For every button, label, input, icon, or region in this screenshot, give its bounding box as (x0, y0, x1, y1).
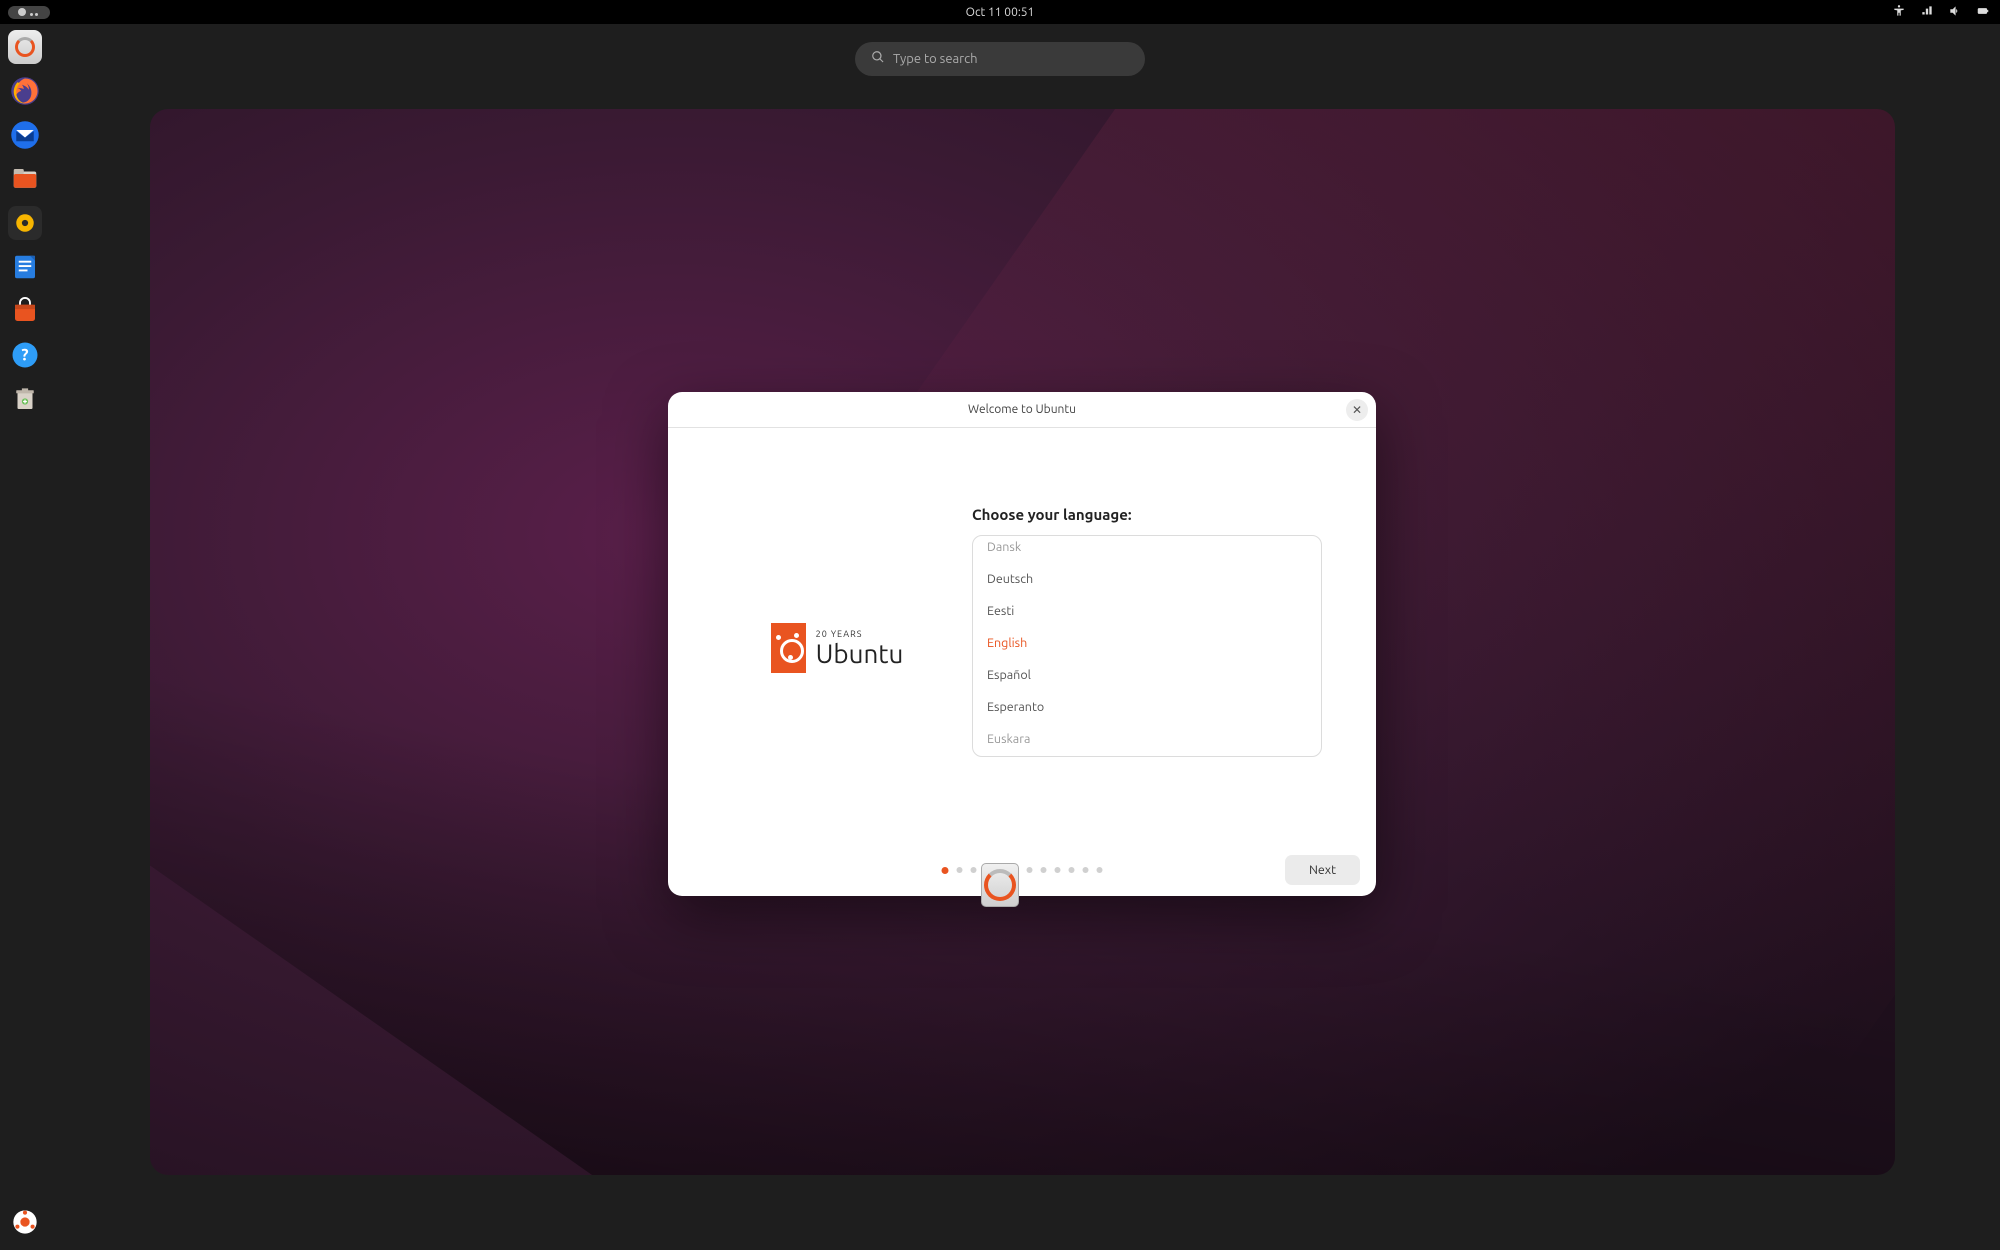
network-icon[interactable] (1920, 4, 1934, 21)
power-icon[interactable] (1976, 4, 1990, 21)
installer-task-icon[interactable] (981, 863, 1019, 907)
software-store-icon[interactable] (8, 294, 42, 328)
svg-text:?: ? (21, 347, 28, 365)
help-icon[interactable]: ? (8, 338, 42, 372)
firefox-icon[interactable] (8, 74, 42, 108)
step-dot (1027, 867, 1033, 873)
step-dot (971, 867, 977, 873)
choose-language-heading: Choose your language: (972, 506, 1322, 523)
dock: ? (2, 24, 48, 1250)
installer-title: Welcome to Ubuntu (968, 403, 1076, 416)
language-option[interactable]: Español (973, 659, 1321, 691)
step-dot (1083, 867, 1089, 873)
step-dot (942, 867, 949, 874)
step-dot (1055, 867, 1061, 873)
installer-window: Welcome to Ubuntu ✕ 20 YEARS Ubuntu Choo… (668, 392, 1376, 896)
language-option[interactable]: Eesti (973, 595, 1321, 627)
top-bar: Oct 11 00:51 (0, 0, 2000, 24)
installer-icon[interactable] (8, 30, 42, 64)
search-icon (871, 50, 885, 68)
language-option[interactable]: Deutsch (973, 563, 1321, 595)
clock[interactable]: Oct 11 00:51 (966, 6, 1035, 19)
language-option[interactable]: English (973, 627, 1321, 659)
rhythmbox-icon[interactable] (8, 206, 42, 240)
language-option[interactable]: Dansk (973, 536, 1321, 563)
activities-search[interactable] (855, 42, 1145, 76)
installer-titlebar: Welcome to Ubuntu ✕ (668, 392, 1376, 428)
a11y-icon[interactable] (1892, 4, 1906, 21)
volume-icon[interactable] (1948, 4, 1962, 21)
step-dot (1069, 867, 1075, 873)
ubuntu-circle-icon (771, 623, 806, 673)
language-option[interactable]: Euskara (973, 723, 1321, 748)
files-icon[interactable] (8, 162, 42, 196)
ubuntu-logo: 20 YEARS Ubuntu (771, 623, 904, 673)
language-option[interactable]: Esperanto (973, 691, 1321, 723)
trash-icon[interactable] (8, 382, 42, 416)
next-button[interactable]: Next (1285, 855, 1360, 885)
language-list[interactable]: DanskDeutschEestiEnglishEspañolEsperanto… (972, 535, 1322, 757)
step-dot (1097, 867, 1103, 873)
libreoffice-writer-icon[interactable] (8, 250, 42, 284)
search-input[interactable] (893, 52, 1129, 66)
activities-pill[interactable] (8, 6, 50, 19)
brand-tagline: 20 YEARS (816, 629, 904, 639)
step-dot (957, 867, 963, 873)
thunderbird-icon[interactable] (8, 118, 42, 152)
brand-name: Ubuntu (816, 639, 904, 668)
step-dot (1041, 867, 1047, 873)
close-button[interactable]: ✕ (1346, 399, 1368, 421)
step-indicator (942, 867, 1103, 874)
show-apps-button[interactable] (7, 1204, 43, 1240)
close-icon: ✕ (1352, 403, 1362, 417)
